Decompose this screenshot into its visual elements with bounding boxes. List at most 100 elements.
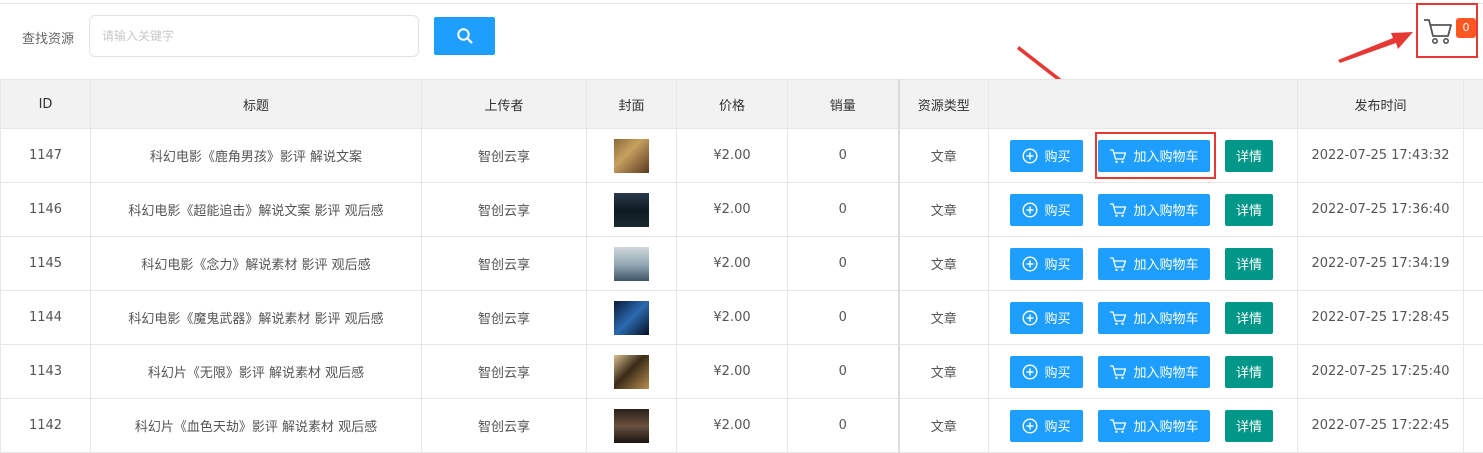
cell-title: 科幻电影《念力》解说素材 影评 观后感 [91, 237, 422, 291]
cell-sales: 0 [788, 345, 899, 399]
cell-uploader: 智创云享 [422, 183, 587, 237]
buy-button[interactable]: 购买 [1010, 140, 1083, 172]
cell-actions: 购买 加入购物车 详情 [989, 291, 1298, 345]
header-uploader: 上传者 [422, 80, 587, 129]
cell-price: ¥2.00 [677, 129, 788, 183]
cell-type: 文章 [899, 237, 989, 291]
table-row: 1144科幻电影《魔鬼武器》解说素材 影评 观后感智创云享¥2.000文章购买加… [1, 291, 1483, 345]
cell-actions: 购买 加入购物车 详情 [989, 183, 1298, 237]
cart-button[interactable]: 0 [1416, 3, 1478, 58]
cell-cover [587, 183, 677, 237]
cell-date: 2022-07-25 17:25:40 [1298, 345, 1464, 399]
cart-count-badge: 0 [1456, 18, 1476, 38]
header-cover: 封面 [587, 80, 677, 129]
table-row: 1143科幻片《无限》影评 解说素材 观后感智创云享¥2.000文章购买加入购物… [1, 345, 1483, 399]
add-to-cart-label: 加入购物车 [1133, 254, 1198, 273]
cart-icon [1109, 202, 1127, 218]
cell-sales: 0 [788, 291, 899, 345]
header-title: 标题 [91, 80, 422, 129]
cell-uploader: 智创云享 [422, 237, 587, 291]
cell-cover [587, 291, 677, 345]
header-actions [989, 80, 1298, 129]
table-row: 1147科幻电影《鹿角男孩》影评 解说文案智创云享¥2.000文章购买加入购物车… [1, 129, 1483, 183]
detail-label: 详情 [1236, 308, 1262, 327]
cell-uploader: 智创云享 [422, 345, 587, 399]
plus-circle-icon [1022, 202, 1038, 218]
cell-date: 2022-07-25 17:43:32 [1298, 129, 1464, 183]
buy-button[interactable]: 购买 [1010, 248, 1083, 280]
cart-icon [1109, 148, 1127, 164]
add-to-cart-button[interactable]: 加入购物车 [1098, 410, 1210, 442]
buy-button[interactable]: 购买 [1010, 194, 1083, 226]
cell-filler [1464, 129, 1483, 183]
cell-cover [587, 237, 677, 291]
buy-button[interactable]: 购买 [1010, 356, 1083, 388]
cover-thumbnail[interactable] [614, 193, 649, 227]
cell-id: 1145 [1, 237, 91, 291]
cell-id: 1142 [1, 399, 91, 453]
buy-label: 购买 [1044, 200, 1070, 219]
detail-button[interactable]: 详情 [1225, 410, 1273, 442]
cell-cover [587, 399, 677, 453]
detail-label: 详情 [1236, 254, 1262, 273]
cell-date: 2022-07-25 17:22:45 [1298, 399, 1464, 453]
cell-filler [1464, 345, 1483, 399]
search-icon [456, 27, 474, 45]
detail-button[interactable]: 详情 [1225, 140, 1273, 172]
add-to-cart-label: 加入购物车 [1133, 308, 1198, 327]
detail-label: 详情 [1236, 146, 1262, 165]
cell-sales: 0 [788, 237, 899, 291]
cell-sales: 0 [788, 183, 899, 237]
buy-label: 购买 [1044, 362, 1070, 381]
header-price: 价格 [677, 80, 788, 129]
cell-title: 科幻电影《超能追击》解说文案 影评 观后感 [91, 183, 422, 237]
cart-icon [1422, 17, 1454, 45]
search-input[interactable] [89, 15, 419, 57]
cell-sales: 0 [788, 129, 899, 183]
detail-label: 详情 [1236, 362, 1262, 381]
search-bar: 查找资源 [0, 0, 1483, 78]
add-to-cart-button[interactable]: 加入购物车 [1098, 302, 1210, 334]
buy-button[interactable]: 购买 [1010, 410, 1083, 442]
detail-button[interactable]: 详情 [1225, 302, 1273, 334]
add-to-cart-button[interactable]: 加入购物车 [1098, 194, 1210, 226]
detail-button[interactable]: 详情 [1225, 356, 1273, 388]
cell-cover [587, 129, 677, 183]
search-button[interactable] [434, 17, 495, 55]
add-to-cart-button[interactable]: 加入购物车 [1098, 140, 1210, 172]
detail-button[interactable]: 详情 [1225, 248, 1273, 280]
buy-label: 购买 [1044, 308, 1070, 327]
cell-price: ¥2.00 [677, 183, 788, 237]
cell-date: 2022-07-25 17:28:45 [1298, 291, 1464, 345]
cart-icon [1109, 310, 1127, 326]
plus-circle-icon [1022, 364, 1038, 380]
cover-thumbnail[interactable] [614, 139, 649, 173]
plus-circle-icon [1022, 310, 1038, 326]
header-filler [1464, 80, 1483, 129]
cover-thumbnail[interactable] [614, 301, 649, 335]
add-to-cart-button[interactable]: 加入购物车 [1098, 248, 1210, 280]
table-row: 1146科幻电影《超能追击》解说文案 影评 观后感智创云享¥2.000文章购买加… [1, 183, 1483, 237]
cell-filler [1464, 183, 1483, 237]
cell-date: 2022-07-25 17:36:40 [1298, 183, 1464, 237]
cell-price: ¥2.00 [677, 237, 788, 291]
header-sales: 销量 [788, 80, 899, 129]
cell-actions: 购买 加入购物车 详情 [989, 237, 1298, 291]
header-type: 资源类型 [899, 80, 989, 129]
add-to-cart-label: 加入购物车 [1133, 200, 1198, 219]
cover-thumbnail[interactable] [614, 409, 649, 443]
cell-id: 1143 [1, 345, 91, 399]
cell-uploader: 智创云享 [422, 399, 587, 453]
cell-title: 科幻片《血色天劫》影评 解说素材 观后感 [91, 399, 422, 453]
cover-thumbnail[interactable] [614, 355, 649, 389]
cell-date: 2022-07-25 17:34:19 [1298, 237, 1464, 291]
cell-cover [587, 345, 677, 399]
header-date: 发布时间 [1298, 80, 1464, 129]
cell-actions: 购买加入购物车详情 [989, 399, 1298, 453]
detail-button[interactable]: 详情 [1225, 194, 1273, 226]
cell-actions: 购买 加入购物车 详情 [989, 345, 1298, 399]
add-to-cart-button[interactable]: 加入购物车 [1098, 356, 1210, 388]
cover-thumbnail[interactable] [614, 247, 649, 281]
buy-button[interactable]: 购买 [1010, 302, 1083, 334]
plus-circle-icon [1022, 418, 1038, 434]
